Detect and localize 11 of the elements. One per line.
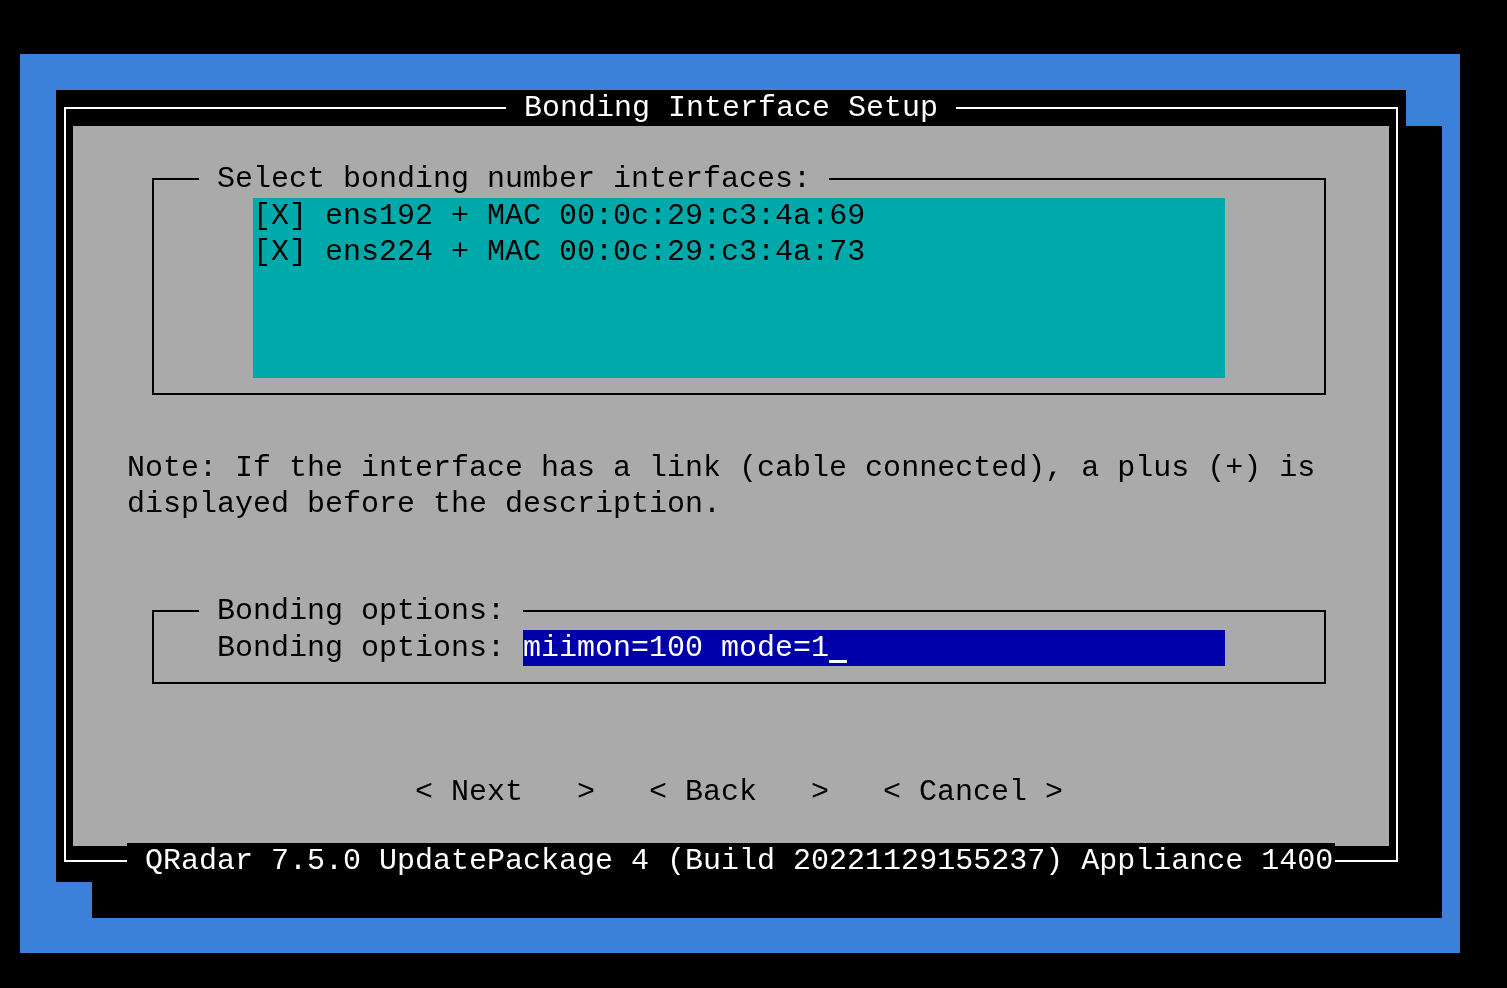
note-text: Note: If the interface has a link (cable connected), a plus (+) is displayed before the description. <box>127 450 1317 522</box>
interface-label: ens224 + MAC 00:0c:29:c3:4a:73 <box>325 234 866 270</box>
dialog-button[interactable]: < Next > <box>415 774 596 810</box>
dialog-button[interactable]: < Back > <box>649 774 830 810</box>
checkbox[interactable]: [X] <box>253 198 308 234</box>
interface-label: ens192 + MAC 00:0c:29:c3:4a:69 <box>325 198 866 234</box>
cursor-icon <box>829 660 848 663</box>
field-label: Bonding options: <box>217 630 506 666</box>
input-field[interactable]: miimon=100 mode=1 <box>523 630 1226 666</box>
dialog-button[interactable]: < Cancel > <box>883 774 1064 810</box>
checkbox[interactable]: [X] <box>253 234 308 270</box>
